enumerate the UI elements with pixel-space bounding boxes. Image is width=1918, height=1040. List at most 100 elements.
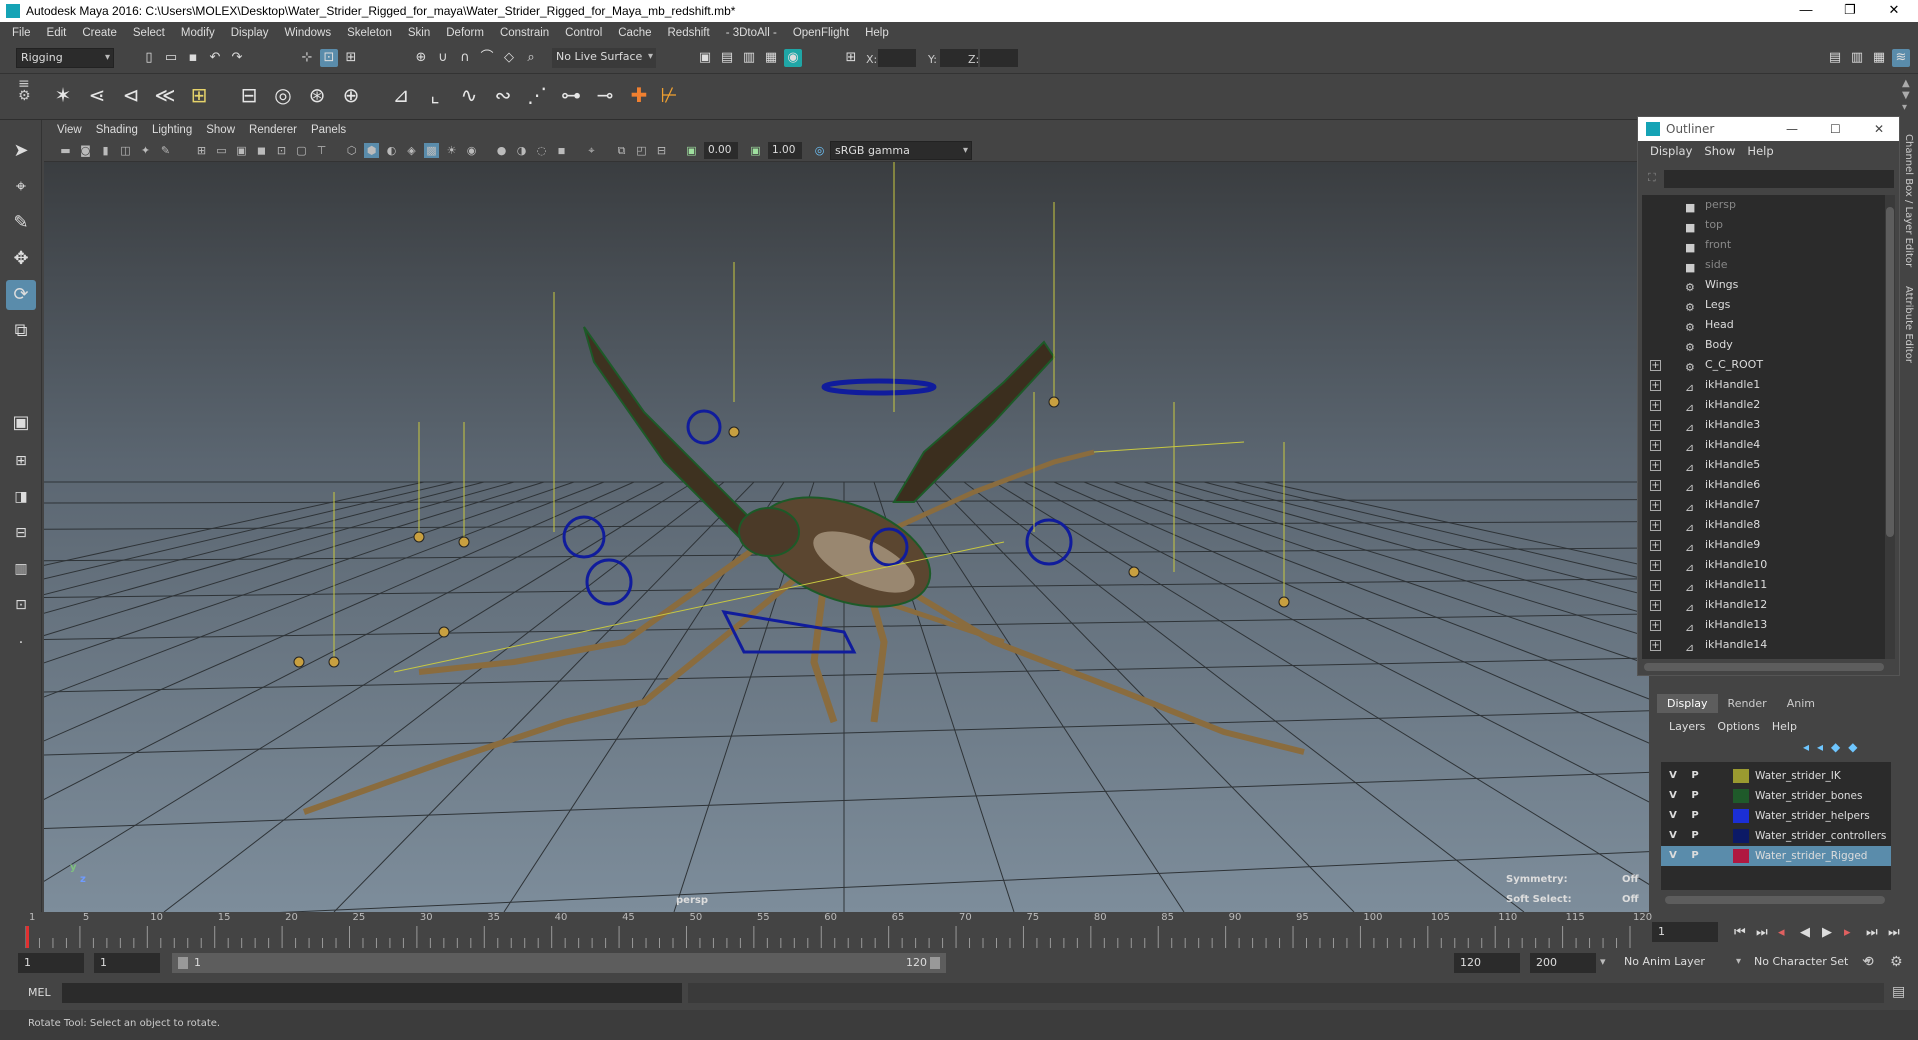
exposure-input[interactable]: 0.00 [704,142,738,159]
panel-menu-panels[interactable]: Panels [304,124,353,136]
outliner-item[interactable]: + ⊿ ikHandle7 [1642,495,1887,515]
minimize-button[interactable]: — [1784,0,1828,22]
live-surface-field[interactable]: No Live Surface [552,48,656,68]
layer-row[interactable]: V P Water_strider_IK [1661,766,1891,786]
layer-menu-help[interactable]: Help [1766,720,1803,733]
head[interactable] [738,507,800,557]
scale-tool-icon[interactable]: ⧉ [6,316,36,346]
persp-graph-icon[interactable]: ⊟ [6,518,36,548]
scene-canvas[interactable] [44,162,1649,912]
smooth-shade-icon[interactable]: ⬢ [364,143,379,158]
layer-color-swatch[interactable] [1733,829,1749,843]
layout-options-icon[interactable]: · [6,628,36,658]
attribute-editor-icon[interactable]: ▦ [1870,49,1888,67]
move-tool-icon[interactable]: ✥ [6,244,36,274]
go-to-end-icon[interactable]: ⏭ [1888,922,1900,944]
shelf-options-icon[interactable]: ≡ ⚙ [18,77,31,103]
persp-outliner-icon[interactable]: ◨ [6,482,36,512]
outliner-horizontal-scrollbar[interactable] [1644,663,1884,671]
expand-icon[interactable]: + [1650,360,1661,371]
film-gate-icon[interactable]: ▭ [214,143,229,158]
menu-windows[interactable]: Windows [276,27,339,39]
expand-icon[interactable]: + [1650,380,1661,391]
animation-preferences-icon[interactable]: ⚙ [1890,954,1903,970]
gamma-input[interactable]: 1.00 [768,142,802,159]
transform-mode-icon[interactable]: ⊞ [842,49,860,67]
ipr-render-icon[interactable]: ▥ [740,49,758,67]
menu-file[interactable]: File [4,27,39,39]
menu-set-dropdown[interactable]: Rigging [16,48,114,68]
scale-constraint-icon[interactable]: ∾ [488,80,518,110]
layer-visibility-toggle[interactable]: V [1665,768,1681,784]
x-input[interactable] [878,49,916,67]
cluster-icon[interactable]: ⊸ [590,80,620,110]
range-start-handle[interactable] [178,957,188,969]
menu-help[interactable]: Help [857,27,897,39]
wireframe-icon[interactable]: ⬡ [344,143,359,158]
leg-mid-left[interactable] [302,569,806,815]
play-backwards-icon[interactable]: ◀ [1800,922,1810,944]
isolate-select-icon[interactable]: ◾ [554,143,569,158]
snap-grid-icon[interactable]: ⊕ [412,49,430,67]
use-lights-icon[interactable]: ▩ [424,143,439,158]
render-frame-icon[interactable]: ▣ [696,49,714,67]
pole-vector-icon[interactable]: ⊶ [556,80,586,110]
menu-modify[interactable]: Modify [173,27,223,39]
layer-visibility-toggle[interactable]: V [1665,788,1681,804]
close-button[interactable]: ✕ [1872,0,1916,22]
snap-curve-icon[interactable]: ∪ [434,49,452,67]
layer-row[interactable]: V P Water_strider_bones [1661,786,1891,806]
water-strider-model[interactable] [293,162,1305,815]
expand-icon[interactable]: + [1650,420,1661,431]
select-hierarchy-icon[interactable]: ⊹ [298,49,316,67]
layer-playback-toggle[interactable]: P [1687,848,1703,864]
expand-icon[interactable]: + [1650,500,1661,511]
set-driven-key-icon[interactable]: ⊬ [654,80,684,110]
locator-icon[interactable]: ✚ [624,80,654,110]
menu-create[interactable]: Create [74,27,125,39]
outliner-filter-icon[interactable]: ⛶ [1648,171,1656,185]
script-editor-icon[interactable]: ▤ [1892,984,1905,1000]
go-to-start-icon[interactable]: ⏮ [1734,922,1746,944]
playback-start-input[interactable]: 1 [94,953,160,973]
outliner-item[interactable]: + ⊿ ikHandle2 [1642,395,1887,415]
menu-display[interactable]: Display [223,27,277,39]
layer-color-swatch[interactable] [1733,769,1749,783]
outliner-close-button[interactable]: ✕ [1874,117,1884,141]
grid-toggle-icon[interactable]: ⊞ [194,143,209,158]
layer-playback-toggle[interactable]: P [1687,768,1703,784]
panel-menu-view[interactable]: View [50,124,89,136]
layer-row[interactable]: V P Water_strider_controllers [1661,826,1891,846]
paint-select-icon[interactable]: ✎ [6,208,36,238]
outliner-item[interactable]: + ⊿ ikHandle13 [1642,615,1887,635]
animation-start-input[interactable]: 1 [18,953,84,973]
outliner-item[interactable]: + ⊿ ikHandle5 [1642,455,1887,475]
outliner-item[interactable]: + ⊿ ikHandle9 [1642,535,1887,555]
outliner-item[interactable]: + ⊿ ikHandle12 [1642,595,1887,615]
select-tool-icon[interactable]: ➤ [6,136,36,166]
render-settings-icon[interactable]: ▦ [762,49,780,67]
safe-title-icon[interactable]: ⊤ [314,143,329,158]
layer-visibility-toggle[interactable]: V [1665,848,1681,864]
layer-scrollbar[interactable] [1665,896,1885,904]
ik-handle-tool-icon[interactable]: ⊞ [184,80,214,110]
ambient-occlusion-icon[interactable]: ◉ [464,143,479,158]
outliner-item[interactable]: ⚙ Wings [1642,275,1887,295]
motion-blur-icon[interactable]: ● [494,143,509,158]
menu-edit[interactable]: Edit [39,27,75,39]
rotate-tool-icon[interactable]: ⟳ [6,280,36,310]
xray-icon[interactable]: ⌖ [584,143,599,158]
outliner-list[interactable]: ■ persp ■ top ■ front ■ side ⚙ Wings ⚙ Legs ⚙ Head ⚙ Bo… [1642,195,1887,659]
paint-weights-icon[interactable]: ⊛ [302,80,332,110]
backface-cull-icon[interactable]: ⊟ [654,143,669,158]
outliner-item[interactable]: + ⊿ ikHandle3 [1642,415,1887,435]
outliner-item[interactable]: + ⊿ ikHandle14 [1642,635,1887,655]
gate-mask-icon[interactable]: ◼ [254,143,269,158]
anim-layer-dropdown[interactable]: No Anim Layer [1620,953,1744,973]
range-end-handle[interactable] [930,957,940,969]
textured-icon[interactable]: ◈ [404,143,419,158]
right-wing[interactable] [892,340,1056,503]
bookmark-icon[interactable]: ▮ [98,143,113,158]
expand-icon[interactable]: + [1650,460,1661,471]
outliner-item[interactable]: + ⊿ ikHandle10 [1642,555,1887,575]
